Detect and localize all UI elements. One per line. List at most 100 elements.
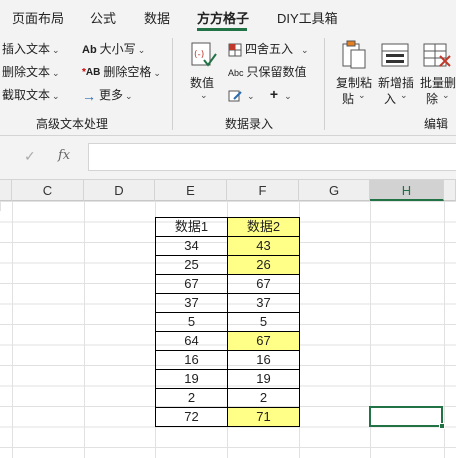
chevron-down-icon[interactable]: ⌄ (284, 91, 292, 101)
table-cell[interactable]: 37 (227, 293, 300, 313)
delete-spaces-label: 删除空格 (103, 65, 152, 79)
batch-delete-icon (423, 43, 451, 67)
chevron-down-icon: ⌄ (137, 45, 146, 55)
tab-data[interactable]: 数据 (144, 8, 170, 27)
cancel-icon[interactable]: ✓ (24, 148, 36, 165)
table-cell[interactable]: 16 (155, 350, 228, 370)
table-cell[interactable]: 72 (155, 407, 228, 427)
table-cell[interactable]: 67 (227, 274, 300, 294)
tab-fangfang[interactable]: 方方格子 (197, 8, 249, 27)
column-header-c[interactable]: C (12, 180, 84, 201)
gridline (84, 201, 85, 458)
batch-delete-label: 批量删 (420, 76, 456, 90)
clipboard-icon (342, 40, 366, 69)
numeric-button[interactable]: (-) 数值 ⌄ (186, 40, 220, 106)
delete-text-button[interactable]: 删除文本 ⌄ (2, 63, 60, 80)
fill-handle[interactable] (439, 423, 445, 429)
case-label: 大小写 (99, 42, 136, 56)
edit-grid-icon[interactable] (228, 89, 242, 103)
extract-text-button[interactable]: 截取文本 ⌄ (2, 86, 60, 103)
ribbon: 插入文本 ⌄ 删除文本 ⌄ 截取文本 ⌄ Ab 大小写 ⌄ *AB 删除空格 ⌄ → 更多 ⌄ 高… (0, 32, 456, 136)
numeric-icon: (-) (191, 42, 217, 67)
table-cell[interactable]: 64 (155, 331, 228, 351)
column-header-h[interactable]: H (370, 180, 444, 201)
chevron-down-icon: ⌄ (358, 90, 366, 100)
abc-icon: Abc (228, 67, 244, 78)
table-cell[interactable]: 67 (155, 274, 228, 294)
more-button[interactable]: → 更多 ⌄ (82, 86, 133, 104)
plus-icon[interactable]: + (270, 86, 278, 102)
table-cell[interactable]: 25 (155, 255, 228, 275)
ribbon-tab-bar: 页面布局 公式 数据 方方格子 DIY工具箱 (0, 0, 456, 32)
extract-text-label: 截取文本 (2, 88, 51, 102)
column-header-e[interactable]: E (155, 180, 227, 201)
insert-text-label: 插入文本 (2, 42, 51, 56)
text-group-label: 高级文本处理 (36, 117, 109, 131)
arrow-right-icon: → (82, 87, 96, 104)
edit-group-label: 编辑 (424, 117, 449, 131)
table-cell[interactable]: 16 (227, 350, 300, 370)
tab-formulas[interactable]: 公式 (90, 8, 116, 27)
table-cell[interactable]: 5 (155, 312, 228, 332)
ribbon-separator (324, 38, 325, 130)
column-header-partial[interactable] (0, 180, 12, 201)
chevron-down-icon: ⌄ (153, 68, 161, 78)
svg-text:(-): (-) (194, 50, 204, 60)
table-cell[interactable]: 26 (227, 255, 300, 275)
keep-numeric-label: 只保留数值 (246, 65, 307, 79)
table-cell[interactable]: 71 (227, 407, 300, 427)
column-header-f[interactable]: F (227, 180, 299, 201)
round-button[interactable]: 四舍五入 ⌄ (228, 40, 309, 57)
column-header-partial[interactable] (444, 180, 456, 201)
ab-space-icon: *AB (82, 67, 101, 79)
table-cell[interactable]: 43 (227, 236, 300, 256)
more-label: 更多 (99, 88, 124, 102)
table-cell[interactable]: 19 (227, 369, 300, 389)
chevron-down-icon: ⌄ (52, 91, 60, 101)
formula-bar: ✓ fx (0, 136, 456, 180)
chevron-down-icon: ⌄ (442, 90, 450, 100)
round-grid-icon (228, 43, 242, 57)
table-cell[interactable]: 2 (155, 388, 228, 408)
formula-input[interactable] (88, 143, 456, 171)
chevron-down-icon: ⌄ (125, 91, 133, 101)
entry-tools-row: ⌄ + ⌄ (228, 86, 292, 103)
insert-text-button[interactable]: 插入文本 ⌄ (2, 40, 60, 57)
selected-cell[interactable] (369, 406, 443, 427)
active-tab-indicator (197, 28, 247, 31)
chevron-down-icon[interactable]: ⌄ (247, 91, 255, 101)
copy-paste-label: 复制粘 (336, 76, 373, 90)
case-button[interactable]: Ab 大小写 ⌄ (82, 40, 145, 57)
header-cell-data2[interactable]: 数据2 (227, 217, 300, 237)
delete-spaces-button[interactable]: *AB 删除空格 ⌄ (82, 63, 161, 80)
new-insert-label: 新增插 (378, 76, 415, 90)
chevron-down-icon: ⌄ (200, 90, 208, 100)
batch-delete-label-2: 除 (426, 92, 439, 106)
chevron-down-icon: ⌄ (301, 45, 309, 55)
table-cell[interactable]: 5 (227, 312, 300, 332)
copy-paste-label-2: 贴 (342, 92, 355, 106)
gridline (12, 201, 13, 458)
batch-delete-button[interactable]: 批量删 除 ⌄ (418, 40, 456, 106)
copy-paste-button[interactable]: 复制粘 贴 ⌄ (334, 40, 374, 106)
column-header-d[interactable]: D (84, 180, 155, 201)
table-cell[interactable]: 34 (155, 236, 228, 256)
new-insert-button[interactable]: 新增插 入 ⌄ (376, 40, 416, 106)
tab-page-layout[interactable]: 页面布局 (12, 8, 64, 27)
column-header-g[interactable]: G (299, 180, 370, 201)
insert-function-icon[interactable]: fx (58, 148, 70, 163)
table-cell[interactable]: 2 (227, 388, 300, 408)
chevron-down-icon: ⌄ (52, 45, 60, 55)
table-cell[interactable]: 19 (155, 369, 228, 389)
gridline (444, 201, 445, 458)
new-insert-label-2: 入 (384, 92, 397, 106)
chevron-down-icon: ⌄ (52, 68, 60, 78)
keep-numeric-button[interactable]: Abc 只保留数值 (228, 63, 307, 80)
insert-rows-icon (381, 43, 409, 67)
ab-case-icon: Ab (82, 43, 97, 56)
table-cell[interactable]: 67 (227, 331, 300, 351)
tab-diy-toolbox[interactable]: DIY工具箱 (277, 8, 338, 27)
header-cell-data1[interactable]: 数据1 (155, 217, 228, 237)
chevron-down-icon: ⌄ (400, 90, 408, 100)
table-cell[interactable]: 37 (155, 293, 228, 313)
